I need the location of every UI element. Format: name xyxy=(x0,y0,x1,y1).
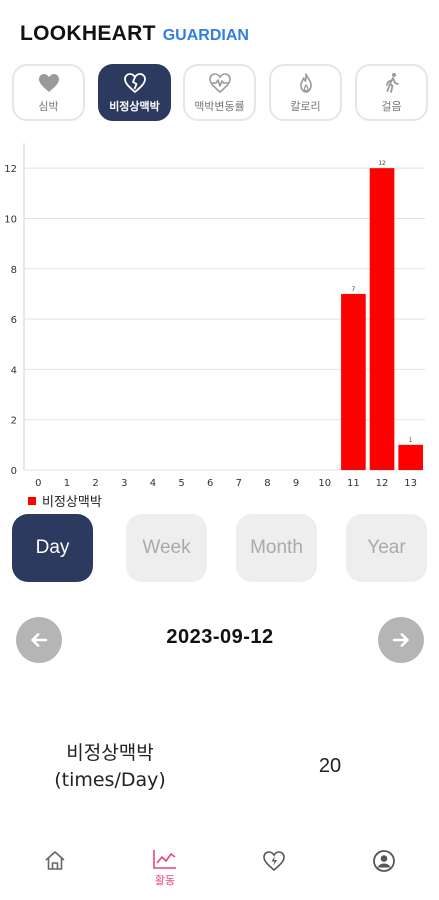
summary-label-title: 비정상맥박 xyxy=(66,742,154,764)
chart-bar xyxy=(341,293,366,470)
tab-abnormal-pulse[interactable]: 비정상맥박 xyxy=(98,64,171,121)
tab-steps[interactable]: 걸음 xyxy=(355,64,428,121)
heartbeat-icon xyxy=(208,73,231,94)
x-tick-label: 6 xyxy=(207,478,213,489)
chart-bar xyxy=(398,444,423,470)
period-month-button[interactable]: Month xyxy=(236,514,317,582)
x-tick-label: 11 xyxy=(347,478,360,489)
app-title: LOOKHEART xyxy=(20,22,156,45)
heart-icon xyxy=(38,74,59,92)
app-subtitle: GUARDIAN xyxy=(162,27,249,44)
arrow-right-icon xyxy=(392,633,409,647)
flame-icon xyxy=(299,73,312,93)
bar-data-label: 7 xyxy=(351,286,355,293)
legend-label: 비정상맥박 xyxy=(42,495,102,510)
y-tick-label: 10 xyxy=(4,214,17,225)
x-tick-label: 13 xyxy=(404,478,417,489)
next-date-button[interactable] xyxy=(378,617,424,663)
summary-value: 20 xyxy=(318,755,342,777)
tab-label: 심박 xyxy=(38,100,59,113)
nav-profile[interactable] xyxy=(334,838,434,900)
home-icon xyxy=(45,851,65,870)
x-tick-label: 0 xyxy=(35,478,41,489)
x-tick-label: 3 xyxy=(121,478,127,489)
x-tick-label: 2 xyxy=(92,478,98,489)
x-tick-label: 1 xyxy=(64,478,70,489)
nav-activity[interactable]: 활동 xyxy=(115,838,215,900)
y-tick-label: 2 xyxy=(11,416,17,427)
nav-home[interactable] xyxy=(5,838,105,900)
arrow-left-icon xyxy=(31,633,48,647)
tab-calorie[interactable]: 칼로리 xyxy=(269,64,342,121)
y-tick-label: 6 xyxy=(11,315,17,326)
selected-date: 2023-09-12 xyxy=(166,626,274,648)
period-week-button[interactable]: Week xyxy=(126,514,207,582)
previous-date-button[interactable] xyxy=(16,617,62,663)
chart-canvas: 0246810120 1 2 3 4 5 6 7 8 9 107111212113 xyxy=(4,143,425,489)
activity-chart-icon xyxy=(153,850,176,869)
x-tick-label: 7 xyxy=(236,478,242,489)
chart-bar xyxy=(369,168,395,470)
tab-heart-rate[interactable]: 심박 xyxy=(12,64,85,121)
abnormal-pulse-chart: 0 2 4 6 8 10 12 0 1 2 3 4 5 6 7 8 9 10 7 11 12 12 1 13 xyxy=(0,138,439,518)
x-tick-label: 5 xyxy=(178,478,184,489)
x-tick-label: 10 xyxy=(318,478,331,489)
tab-label: 비정상맥박 xyxy=(109,100,160,113)
chart-legend: 비정상맥박 xyxy=(28,491,102,510)
bar-data-label: 1 xyxy=(409,437,413,444)
nav-activity-label: 활동 xyxy=(154,874,176,887)
tab-hrv[interactable]: 맥박변동률 xyxy=(183,64,256,121)
broken-heart-icon xyxy=(123,73,146,94)
tab-label: 맥박변동률 xyxy=(194,100,245,113)
legend-swatch xyxy=(28,496,36,505)
profile-icon xyxy=(373,850,395,872)
period-year-button[interactable]: Year xyxy=(346,514,427,582)
x-tick-label: 4 xyxy=(150,478,156,489)
tab-label: 걸음 xyxy=(381,100,402,113)
bottom-navigation: 활동 xyxy=(0,838,439,900)
x-tick-label: 9 xyxy=(293,478,299,489)
walking-icon xyxy=(385,73,399,93)
bar-data-label: 12 xyxy=(378,160,386,167)
metric-tabs: 심박 비정상맥박 맥박변동률 칼로리 걸음 xyxy=(12,64,428,122)
app-header: LOOKHEART GUARDIAN xyxy=(20,22,249,46)
period-day-button[interactable]: Day xyxy=(12,514,93,582)
y-tick-label: 8 xyxy=(11,265,17,276)
nav-heart[interactable] xyxy=(224,838,324,900)
y-tick-label: 4 xyxy=(11,365,17,376)
tab-label: 칼로리 xyxy=(290,100,321,113)
y-tick-label: 0 xyxy=(11,466,17,477)
y-tick-label: 12 xyxy=(4,164,17,175)
x-tick-label: 8 xyxy=(264,478,270,489)
x-tick-label: 12 xyxy=(376,478,389,489)
summary-label: 비정상맥박 (times/Day) xyxy=(40,740,180,794)
summary-label-unit: (times/Day) xyxy=(54,769,166,791)
heart-bolt-icon xyxy=(263,851,285,872)
